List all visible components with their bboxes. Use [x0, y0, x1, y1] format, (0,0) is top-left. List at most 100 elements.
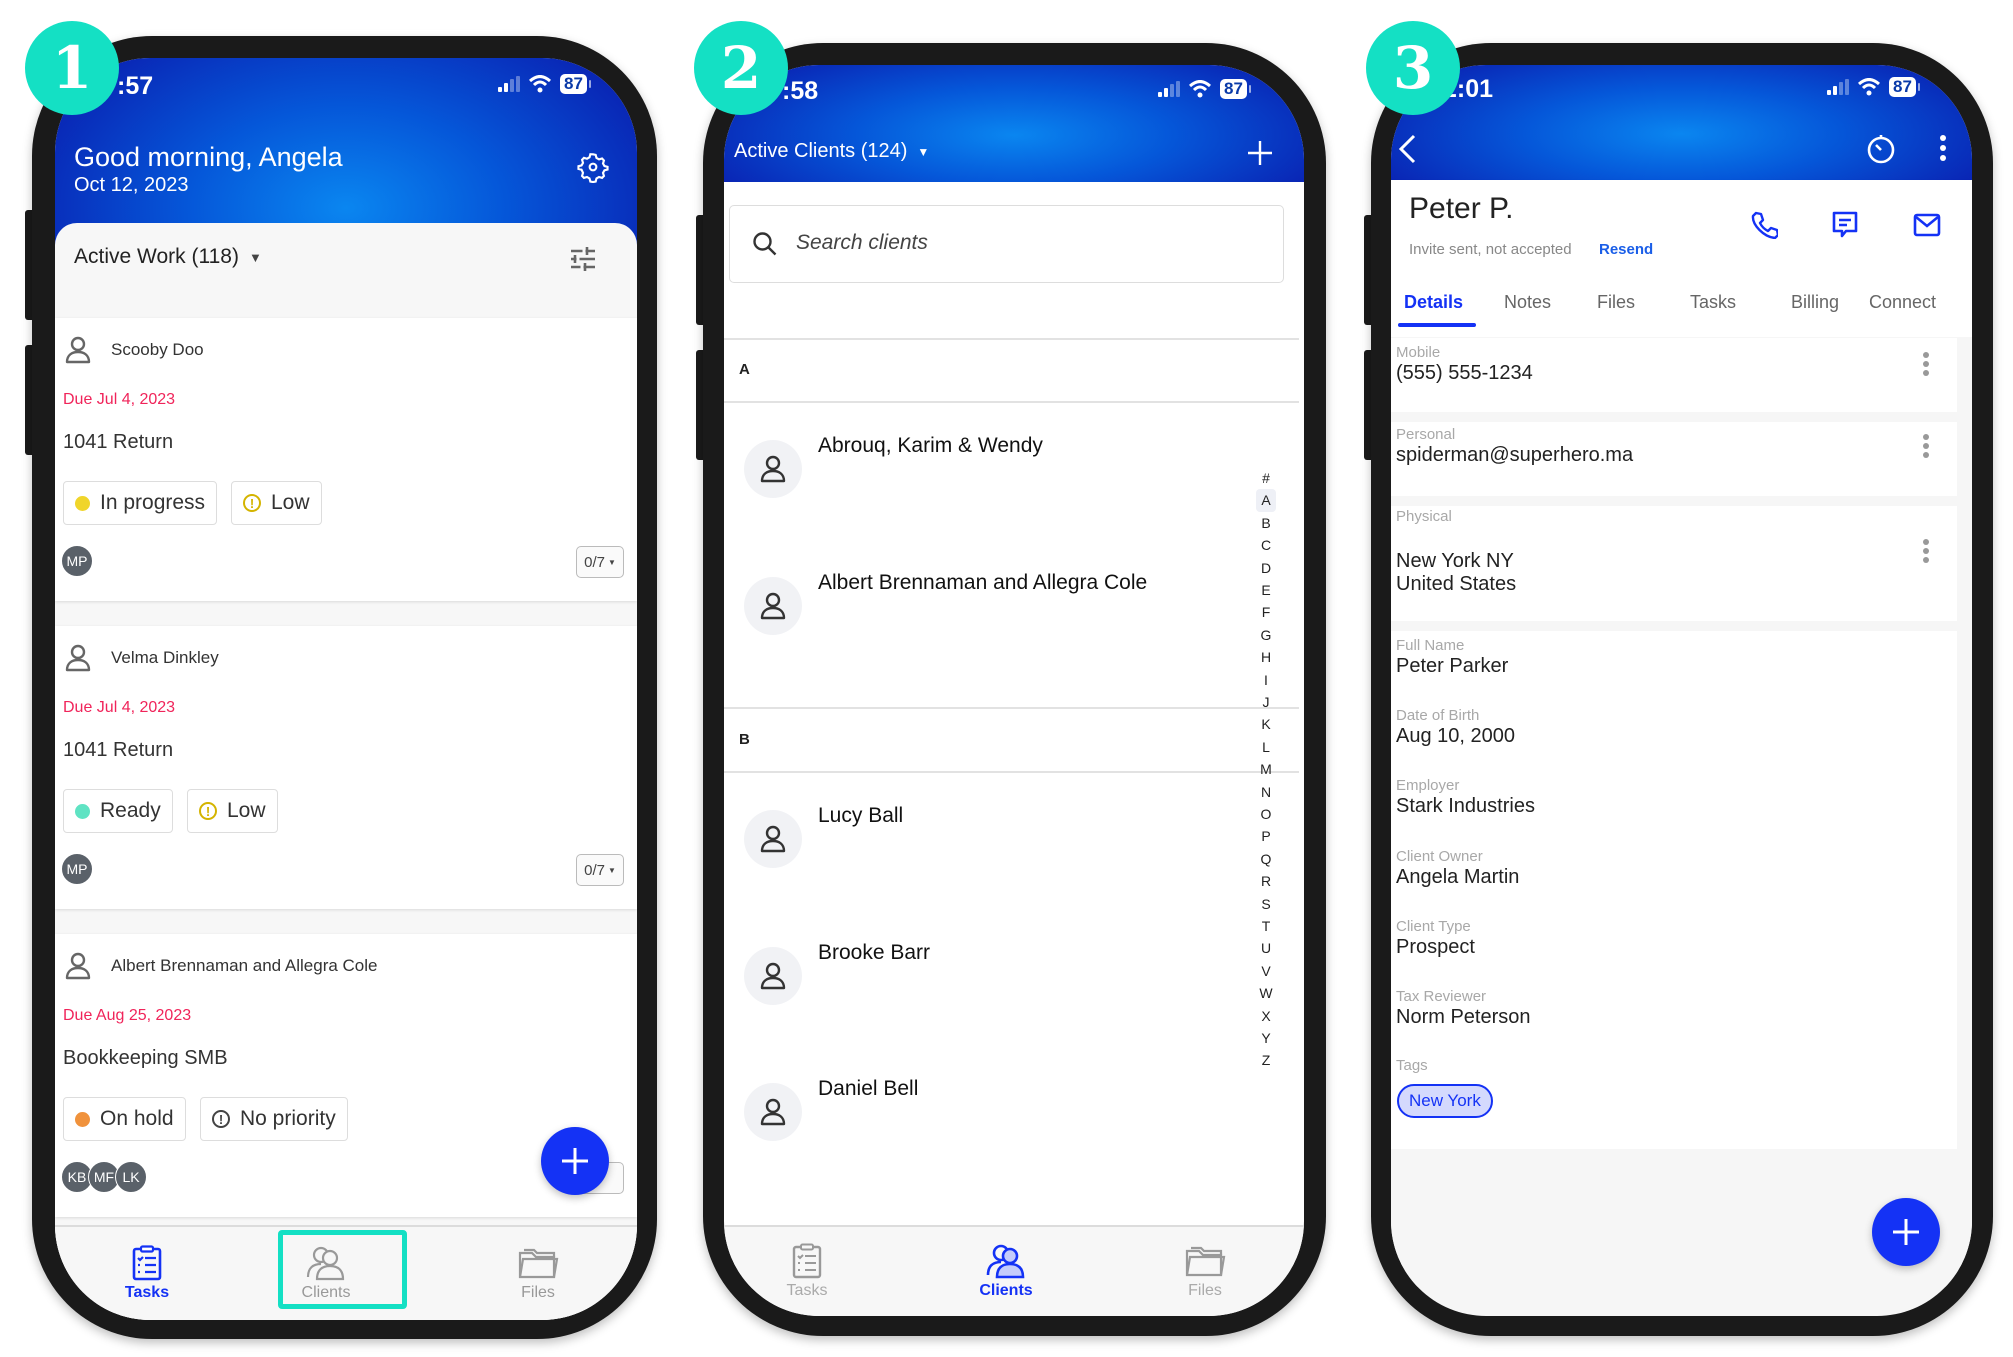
battery-icon: 87 — [1220, 79, 1251, 99]
mobile-more-icon[interactable] — [1923, 352, 1929, 379]
client-avatar[interactable] — [744, 947, 802, 1005]
client-list-item[interactable]: Lucy Ball — [818, 804, 903, 828]
add-fab-button[interactable] — [1872, 1198, 1940, 1266]
battery-icon: 87 — [1889, 77, 1920, 97]
client-avatar[interactable] — [744, 810, 802, 868]
alphabet-index-r[interactable]: R — [1256, 870, 1276, 892]
message-icon[interactable] — [1831, 210, 1859, 240]
tab-files[interactable]: Files — [1597, 292, 1635, 313]
status-icons: 87 — [498, 74, 591, 94]
priority-chip[interactable]: ! Low — [231, 481, 322, 525]
phone-call-icon[interactable] — [1750, 211, 1778, 239]
alphabet-index-g[interactable]: G — [1256, 624, 1276, 646]
client-avatar[interactable] — [744, 440, 802, 498]
signal-icon — [1827, 79, 1849, 95]
status-dot-icon — [75, 1111, 90, 1127]
status-chip[interactable]: Ready — [63, 789, 173, 833]
greeting: Good morning, Angela — [74, 142, 343, 172]
priority-chip[interactable]: ! No priority — [200, 1097, 348, 1141]
alphabet-index-t[interactable]: T — [1256, 915, 1276, 937]
client-list-item[interactable]: Abrouq, Karim & Wendy — [818, 434, 1043, 458]
email-more-icon[interactable] — [1923, 434, 1929, 461]
alphabet-index-k[interactable]: K — [1256, 713, 1276, 735]
alphabet-index-q[interactable]: Q — [1256, 848, 1276, 870]
resend-link[interactable]: Resend — [1599, 241, 1653, 258]
alphabet-index-j[interactable]: J — [1256, 691, 1276, 713]
alphabet-index-s[interactable]: S — [1256, 893, 1276, 915]
alphabet-index-l[interactable]: L — [1256, 736, 1276, 758]
nav-files[interactable]: Files — [1145, 1243, 1265, 1300]
gear-icon[interactable] — [577, 151, 609, 183]
add-fab-button[interactable] — [541, 1127, 609, 1195]
tab-connect[interactable]: Connect — [1869, 292, 1936, 313]
alphabet-index-p[interactable]: P — [1256, 825, 1276, 847]
field-label: Full Name — [1396, 637, 1465, 654]
alphabet-index-e[interactable]: E — [1256, 579, 1276, 601]
bottom-nav: Tasks Clients Files — [724, 1225, 1304, 1316]
client-list-item[interactable]: Daniel Bell — [818, 1077, 918, 1101]
alphabet-index-w[interactable]: W — [1256, 982, 1276, 1004]
step-badge-1: 1 — [25, 21, 119, 115]
active-tab-indicator — [1398, 323, 1476, 327]
client-list-item[interactable]: Albert Brennaman and Allegra Cole — [818, 571, 1147, 595]
nav-tasks[interactable]: Tasks — [87, 1245, 207, 1302]
email-icon[interactable] — [1913, 213, 1941, 237]
alphabet-index-f[interactable]: F — [1256, 601, 1276, 623]
priority-chip[interactable]: ! Low — [187, 789, 278, 833]
client-avatar[interactable] — [744, 1083, 802, 1141]
alphabet-index-c[interactable]: C — [1256, 534, 1276, 556]
alphabet-index-y[interactable]: Y — [1256, 1027, 1276, 1049]
address-line1[interactable]: New York NY — [1396, 550, 1514, 573]
alphabet-index-d[interactable]: D — [1256, 557, 1276, 579]
person-icon — [65, 952, 91, 980]
step-badge-3: 3 — [1366, 21, 1460, 115]
filter-sliders-icon[interactable] — [569, 246, 597, 272]
search-input[interactable]: Search clients — [729, 205, 1284, 283]
field-label: Employer — [1396, 777, 1460, 795]
alphabet-index-z[interactable]: Z — [1256, 1049, 1276, 1071]
work-card[interactable]: Scooby Doo Due Jul 4, 2023 1041 Return I… — [55, 318, 637, 601]
client-filter-dropdown[interactable]: Active Clients (124) ▼ — [734, 140, 929, 163]
timer-icon[interactable] — [1865, 133, 1897, 165]
status-chip[interactable]: On hold — [63, 1097, 186, 1141]
subtask-progress-dropdown[interactable]: 0/7 ▼ — [576, 854, 624, 886]
work-filter-dropdown[interactable]: Active Work (118) ▼ — [74, 245, 262, 269]
alphabet-index-o[interactable]: O — [1256, 803, 1276, 825]
more-options-icon[interactable] — [1940, 135, 1946, 161]
address-line2[interactable]: United States — [1396, 573, 1516, 596]
folder-icon — [1185, 1246, 1226, 1277]
tab-details[interactable]: Details — [1404, 292, 1463, 313]
alphabet-index-h[interactable]: H — [1256, 646, 1276, 668]
alphabet-index-m[interactable]: M — [1256, 758, 1276, 780]
alphabet-index-i[interactable]: I — [1256, 669, 1276, 691]
nav-clients-label: Clients — [979, 1282, 1033, 1299]
add-client-plus-icon[interactable] — [1246, 139, 1274, 167]
subtask-progress-dropdown[interactable]: 0/7 ▼ — [576, 546, 624, 578]
tag-chip[interactable]: New York — [1397, 1084, 1493, 1118]
nav-tasks[interactable]: Tasks — [747, 1243, 867, 1300]
assignee-avatar: LK — [115, 1161, 147, 1193]
alphabet-index-u[interactable]: U — [1256, 937, 1276, 959]
alphabet-index-v[interactable]: V — [1256, 960, 1276, 982]
back-chevron-icon[interactable] — [1397, 133, 1417, 165]
alphabet-index-a[interactable]: A — [1256, 489, 1276, 512]
tab-billing[interactable]: Billing — [1791, 292, 1839, 313]
address-more-icon[interactable] — [1923, 539, 1929, 566]
client-avatar[interactable] — [744, 577, 802, 635]
alphabet-index-n[interactable]: N — [1256, 781, 1276, 803]
status-time: :57 — [117, 72, 154, 100]
tab-tasks[interactable]: Tasks — [1690, 292, 1736, 313]
status-chip[interactable]: In progress — [63, 481, 218, 525]
nav-files[interactable]: Files — [478, 1245, 598, 1302]
tab-notes[interactable]: Notes — [1504, 292, 1551, 313]
work-card[interactable]: Velma Dinkley Due Jul 4, 2023 1041 Retur… — [55, 626, 637, 909]
alphabet-index-b[interactable]: B — [1256, 512, 1276, 534]
phone-3-screen: 2:01 87 Peter P. Invite sent, not accept… — [1391, 65, 1972, 1316]
email-value[interactable]: spiderman@superhero.ma — [1396, 444, 1633, 467]
nav-clients[interactable]: Clients — [946, 1243, 1066, 1300]
phone-2-screen: :58 87 Active Clients (124) ▼ Search cli… — [724, 65, 1304, 1316]
alphabet-index-hash[interactable]: # — [1256, 467, 1276, 489]
alphabet-index-x[interactable]: X — [1256, 1005, 1276, 1027]
client-list-item[interactable]: Brooke Barr — [818, 941, 930, 965]
mobile-value[interactable]: (555) 555-1234 — [1396, 362, 1533, 385]
